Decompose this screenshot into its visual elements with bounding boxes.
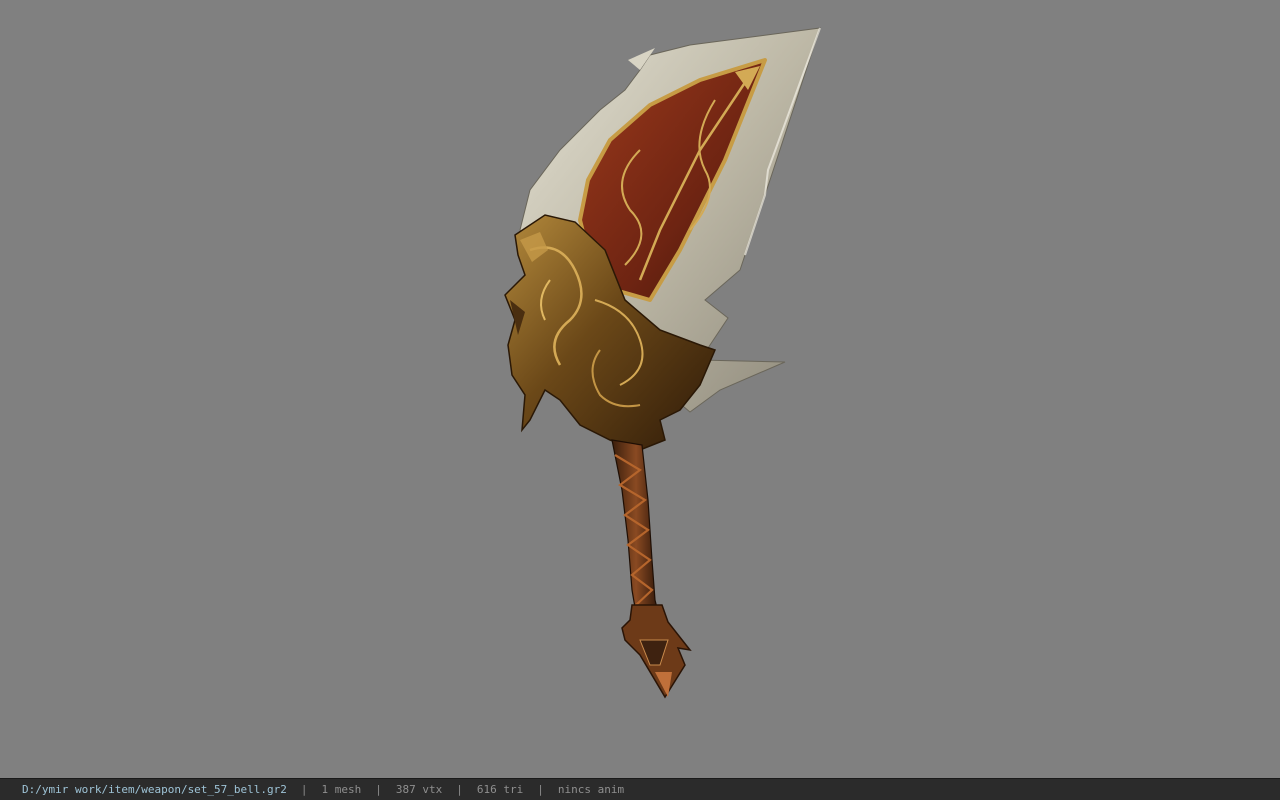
status-bar: D:/ymir work/item/weapon/set_57_bell.gr2… xyxy=(0,778,1280,800)
separator: | xyxy=(456,783,463,796)
separator: | xyxy=(375,783,382,796)
animation-status-label: nincs anim xyxy=(557,783,625,796)
3d-viewport[interactable] xyxy=(0,0,1280,778)
file-path-label: D:/ymir work/item/weapon/set_57_bell.gr2 xyxy=(22,783,287,796)
vertex-count-label: 387 vtx xyxy=(395,783,443,796)
separator: | xyxy=(300,783,308,796)
axe-weapon-model xyxy=(504,27,821,699)
separator: | xyxy=(537,783,544,796)
mesh-count-label: 1 mesh xyxy=(321,783,362,796)
triangle-count-label: 616 tri xyxy=(476,783,524,796)
